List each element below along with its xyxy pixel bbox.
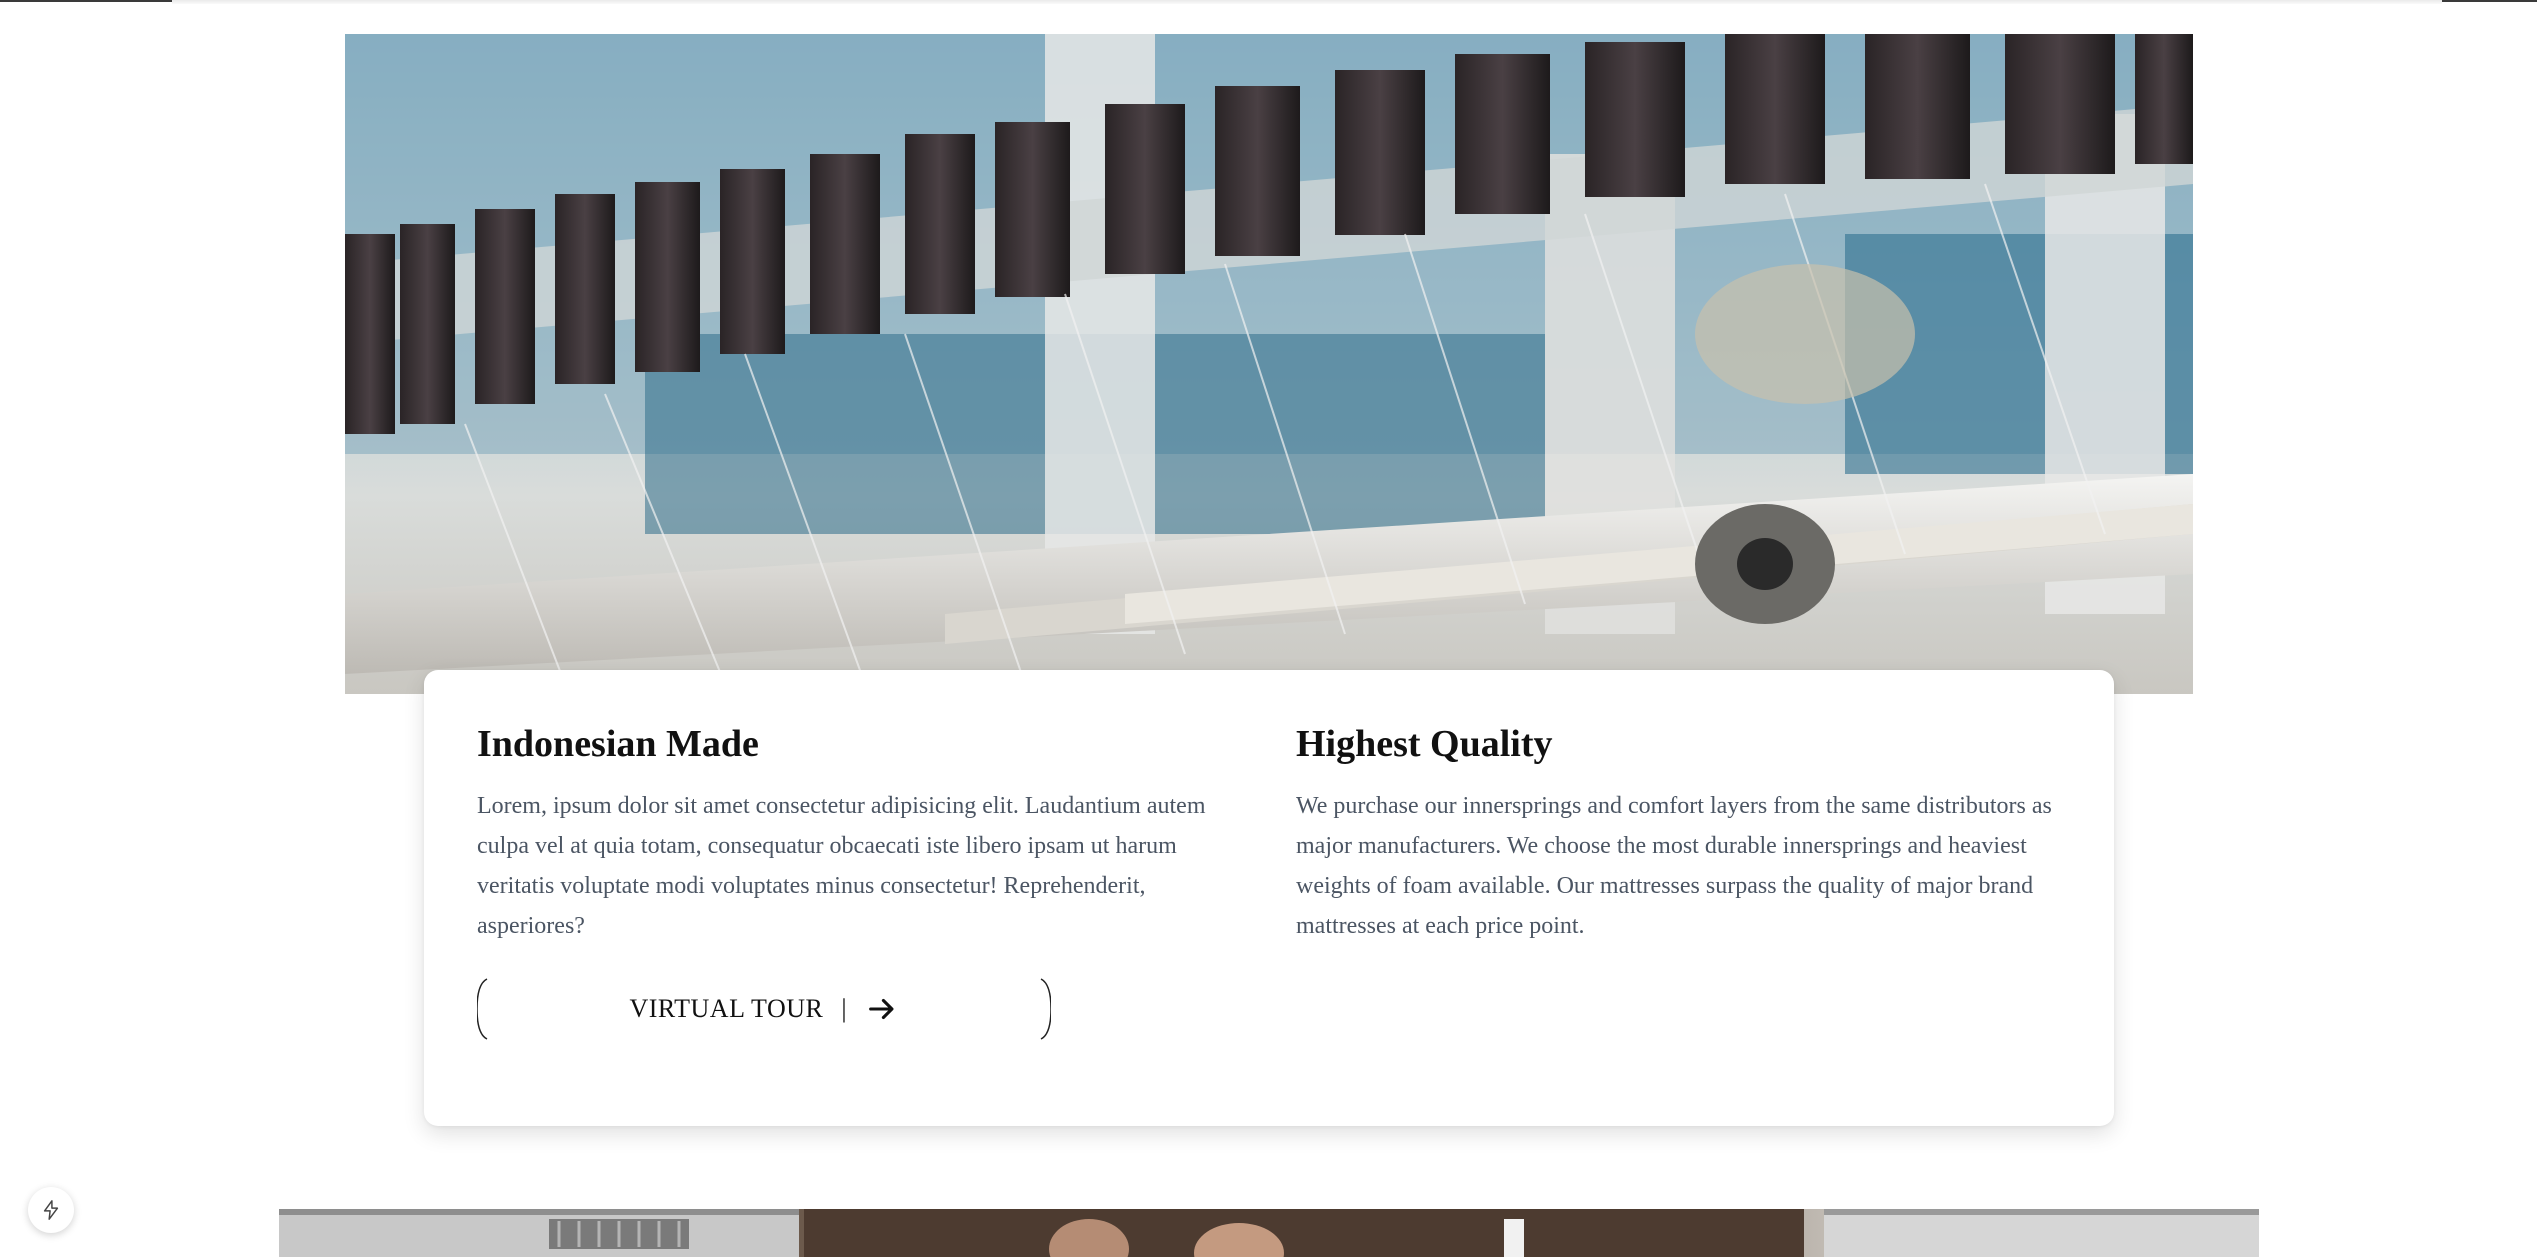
feature-highest-quality: Highest Quality We purchase our innerspr… — [1296, 722, 2056, 946]
feature-description: Lorem, ipsum dolor sit amet consectetur … — [477, 792, 1206, 939]
features-card: Indonesian Made Lorem, ipsum dolor sit a… — [424, 670, 2114, 1126]
feature-description: We purchase our innersprings and comfort… — [1296, 792, 2052, 939]
feature-indonesian-made: Indonesian Made Lorem, ipsum dolor sit a… — [477, 722, 1237, 946]
top-divider-left — [0, 0, 172, 2]
top-divider-right — [2442, 0, 2537, 2]
showroom-illustration — [279, 1209, 2259, 1257]
top-divider — [172, 0, 2442, 4]
loom-machine-illustration — [345, 34, 2193, 685]
hero-image — [345, 34, 2193, 694]
showroom-image-preview — [279, 1209, 2259, 1257]
feature-title: Highest Quality — [1296, 723, 1553, 765]
feature-title: Indonesian Made — [477, 723, 759, 765]
virtual-tour-button[interactable]: VIRTUAL TOUR | — [477, 976, 1051, 1042]
bolt-icon — [43, 1200, 59, 1220]
button-frame — [477, 978, 1051, 1040]
quick-action-button[interactable] — [28, 1187, 74, 1233]
